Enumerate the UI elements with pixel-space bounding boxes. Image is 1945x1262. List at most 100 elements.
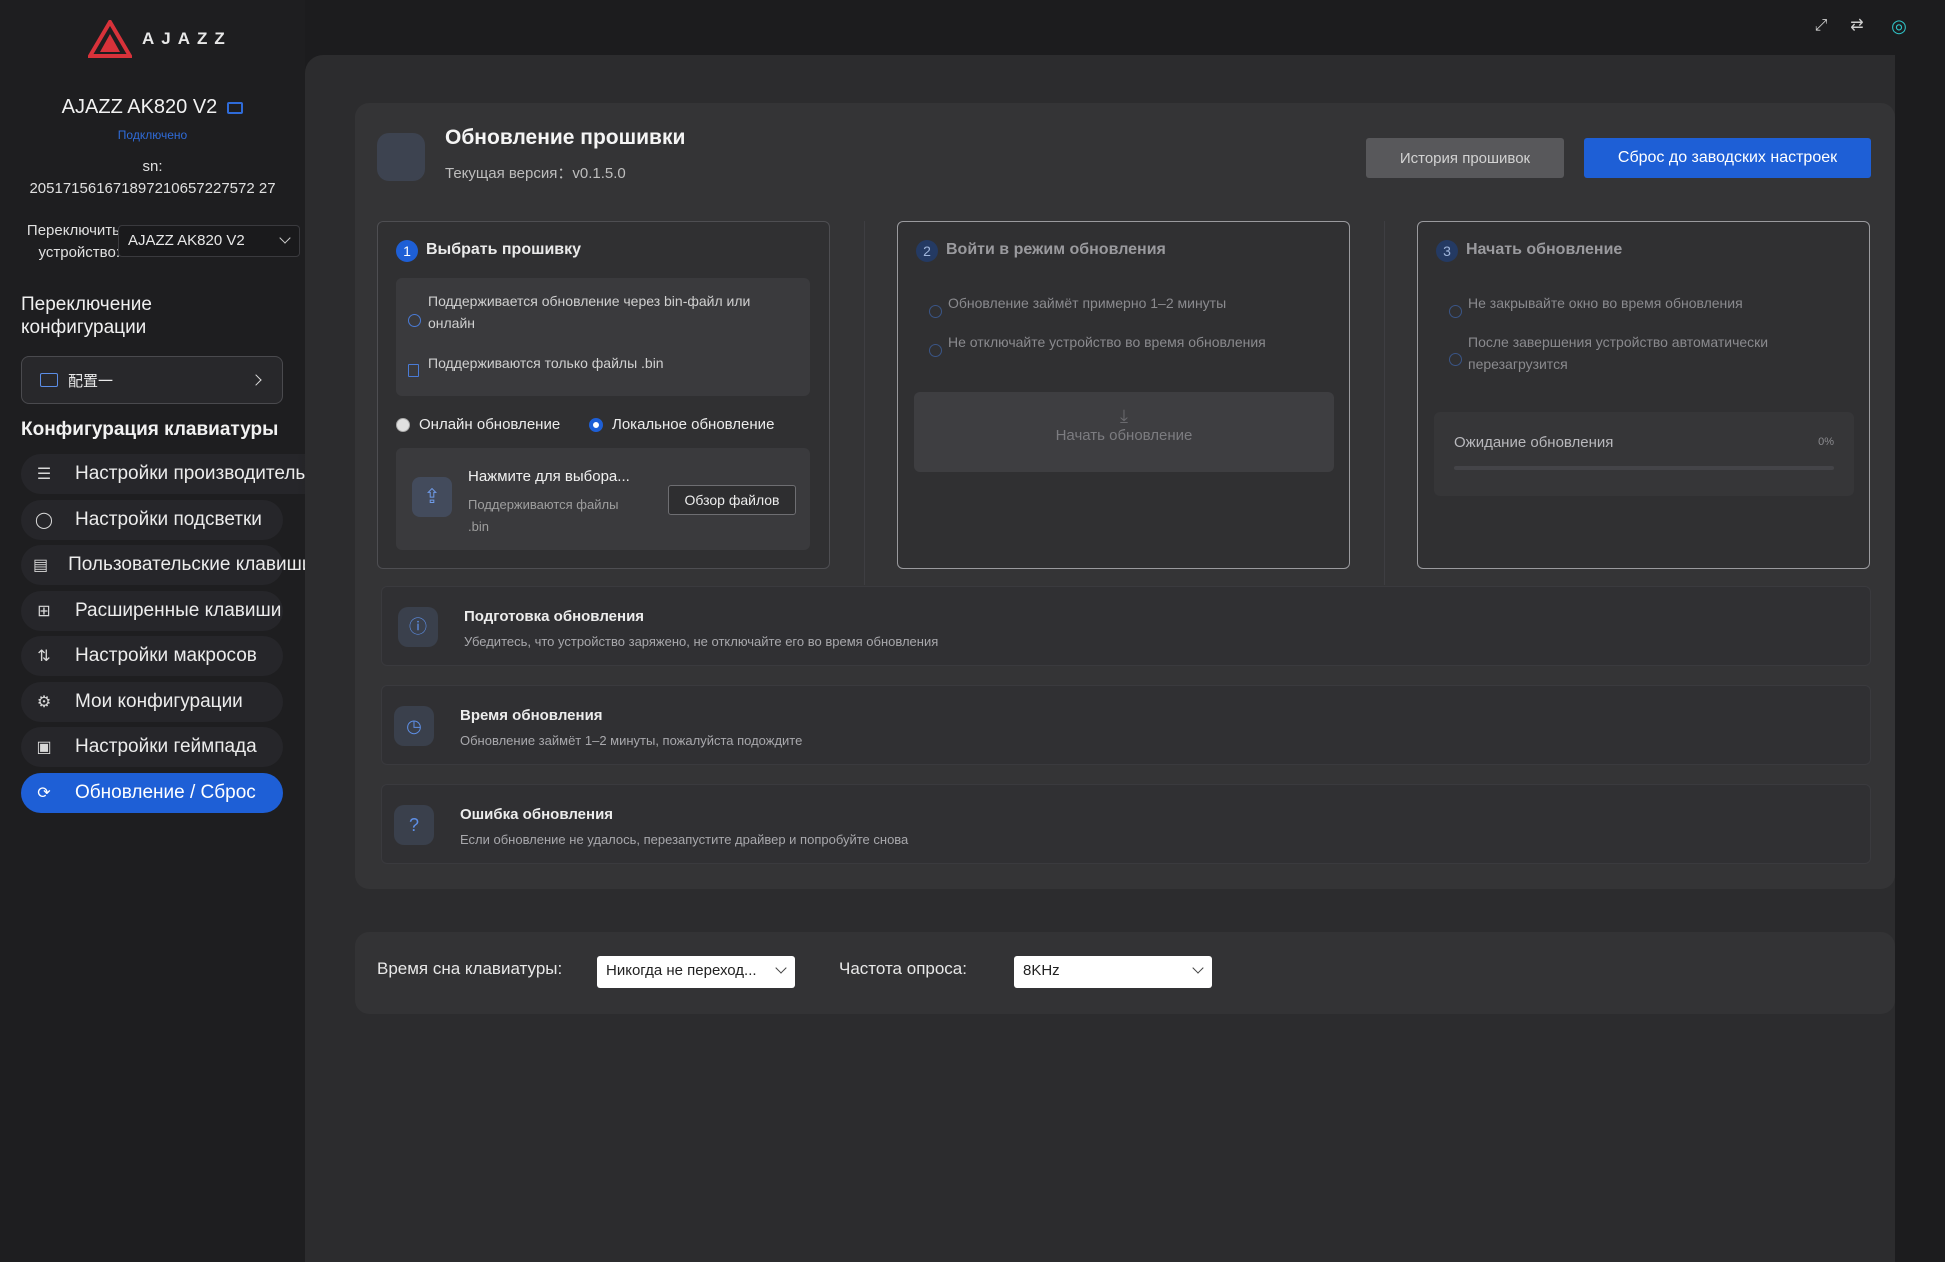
card-desc: Если обновление не удалось, перезапустит…: [460, 832, 909, 847]
radio-local-update[interactable]: Локальное обновление: [589, 416, 774, 433]
step-enter-update-mode: 2 Войти в режим обновления Обновление за…: [897, 221, 1350, 569]
radio-label: Онлайн обновление: [419, 416, 561, 433]
sidebar-item-custom-keys[interactable]: ▤ Пользовательские клавиши: [21, 545, 312, 585]
sidebar-item-advanced-keys[interactable]: ⊞ Расширенные клавиши: [21, 590, 283, 631]
device-name-text: AJAZZ AK820 V2: [61, 96, 218, 118]
upload-subtitle: Поддерживаются файлы .bin: [468, 497, 619, 534]
card-update-error: ? Ошибка обновления Если обновление не у…: [381, 784, 1871, 864]
step-number: 3: [1436, 240, 1458, 262]
refresh-icon: ⟳: [37, 784, 51, 802]
sidebar-item-label: Настройки геймпада: [75, 736, 257, 757]
start-update-label: Начать обновление: [1055, 427, 1193, 444]
update-progress-box: Ожидание обновления 0%: [1434, 412, 1854, 496]
sidebar-item-gamepad[interactable]: ▣ Настройки геймпада: [21, 727, 283, 767]
sn-value: 205171561671897210657227572 27: [29, 180, 276, 197]
info-icon: [1449, 353, 1462, 366]
step-info-box: Поддерживается обновление через bin-файл…: [396, 278, 810, 396]
info-icon: [1449, 305, 1462, 318]
info-text: Обновление займёт примерно 1–2 минуты: [948, 295, 1227, 311]
card-preparation: ⓘ Подготовка обновления Убедитесь, что у…: [381, 586, 1871, 666]
sidebar-item-update-reset[interactable]: ⟳ Обновление / Сброс: [21, 772, 283, 813]
radio-online-update[interactable]: Онлайн обновление: [396, 416, 560, 433]
info-icon: [408, 314, 421, 327]
step-start-update: 3 Начать обновление Не закрывайте окно в…: [1417, 221, 1870, 569]
browse-files-button[interactable]: Обзор файлов: [668, 485, 796, 515]
firmware-icon: [377, 133, 425, 181]
progress-bar: [1454, 466, 1834, 470]
info-text: Не закрывайте окно во время обновления: [1468, 295, 1743, 311]
sn-label: sn:: [142, 158, 163, 175]
info-icon: [929, 344, 942, 357]
step-title: Начать обновление: [1466, 241, 1623, 258]
sidebar-item-label: Расширенные клавиши: [75, 599, 282, 621]
sidebar: AJAZZ AJAZZ AK820 V2 Подключено sn: 2051…: [0, 0, 361, 1262]
sidebar-item-macros[interactable]: ⇅ Настройки макросов: [21, 636, 283, 676]
info-icon: ⓘ: [398, 607, 438, 647]
sidebar-item-lighting[interactable]: ◯ Настройки подсветки: [21, 499, 283, 540]
keyboard-settings-bar: Время сна клавиатуры: Никогда не переход…: [355, 932, 1895, 1014]
chevron-down-icon: [1192, 962, 1204, 974]
config-selector[interactable]: 配置一: [21, 356, 283, 404]
keyboard-icon: [40, 373, 58, 387]
chevron-down-icon: [775, 962, 787, 974]
chevron-right-icon: [250, 374, 262, 386]
upload-title: Нажмите для выбора...: [468, 468, 630, 485]
info-text: После завершения устройство автоматическ…: [1468, 334, 1769, 350]
sleep-time-value: Никогда не переход...: [606, 962, 757, 979]
brand-logo: AJAZZ: [88, 20, 232, 58]
divider: [1384, 221, 1385, 585]
radio-selected-icon[interactable]: [589, 417, 603, 432]
device-name: AJAZZ AK820 V2: [0, 96, 305, 119]
file-icon: [408, 364, 419, 377]
device-select[interactable]: AJAZZ AK820 V2: [118, 225, 300, 257]
info-text: Поддерживается обновление через bin-файл…: [428, 293, 751, 309]
grid-icon: ⊞: [37, 602, 51, 620]
card-title: Ошибка обновления: [460, 806, 614, 823]
sidebar-item-label: Настройки подсветки: [75, 508, 262, 530]
card-desc: Обновление займёт 1–2 минуты, пожалуйста…: [460, 733, 803, 748]
firmware-history-button[interactable]: История прошивок: [1366, 138, 1564, 178]
bulb-icon: ◯: [35, 511, 53, 529]
info-text: Не отключайте устройство во время обновл…: [948, 334, 1266, 350]
fullscreen-icon[interactable]: ⤢: [1811, 16, 1831, 36]
sliders-icon: ☰: [36, 466, 52, 483]
step-select-firmware: 1 Выбрать прошивку Поддерживается обновл…: [377, 221, 830, 569]
brand-eye-icon[interactable]: ◎: [1882, 16, 1916, 36]
firmware-version: Текущая версия：v0.1.5.0: [445, 165, 626, 182]
factory-reset-button[interactable]: Сброс до заводских настроек: [1584, 138, 1871, 178]
switch-device-label: Переключить устройство:: [26, 222, 120, 261]
device-select-value: AJAZZ AK820 V2: [128, 232, 245, 249]
language-icon[interactable]: ⇄: [1847, 16, 1867, 36]
file-upload-area[interactable]: ⇪ Нажмите для выбора... Поддерживаются ф…: [396, 448, 810, 550]
sidebar-item-my-configs[interactable]: ⚙ Мои конфигурации: [21, 681, 283, 722]
clock-icon: ◷: [394, 706, 434, 746]
keyboard-icon: ▤: [33, 557, 49, 574]
help-icon: ?: [394, 805, 434, 845]
device-status: Подключено: [117, 128, 188, 142]
start-update-button[interactable]: ⤓ Начать обновление: [914, 392, 1334, 472]
config-value: 配置一: [68, 372, 114, 390]
radio-unselected-icon[interactable]: [396, 417, 410, 432]
download-icon: ⤓: [1120, 406, 1128, 426]
divider: [864, 221, 865, 585]
card-title: Подготовка обновления: [464, 608, 645, 625]
upload-icon: ⇪: [412, 477, 452, 517]
page-title: Обновление прошивки: [445, 126, 686, 149]
clock-icon: [929, 305, 942, 318]
brand-name: AJAZZ: [142, 29, 232, 48]
keyboard-mini-icon: [227, 101, 244, 114]
polling-rate-value: 8KHz: [1023, 962, 1060, 979]
sleep-time-select[interactable]: Никогда не переход...: [597, 956, 795, 988]
progress-percent: 0%: [1818, 436, 1834, 448]
sidebar-item-label: Пользовательские клавиши: [68, 554, 313, 575]
info-text: онлайн: [428, 315, 476, 331]
sidebar-item-label: Обновление / Сброс: [75, 781, 256, 803]
sidebar-item-label: Настройки макросов: [75, 645, 257, 666]
polling-rate-label: Частота опроса:: [839, 959, 967, 978]
keyboard-config-title: Конфигурация клавиатуры: [21, 419, 279, 440]
gear-icon: ⚙: [36, 693, 52, 711]
card-title: Время обновления: [460, 707, 603, 724]
polling-rate-select[interactable]: 8KHz: [1014, 956, 1212, 988]
gamepad-icon: ▣: [36, 739, 52, 756]
radio-label: Локальное обновление: [612, 416, 775, 433]
